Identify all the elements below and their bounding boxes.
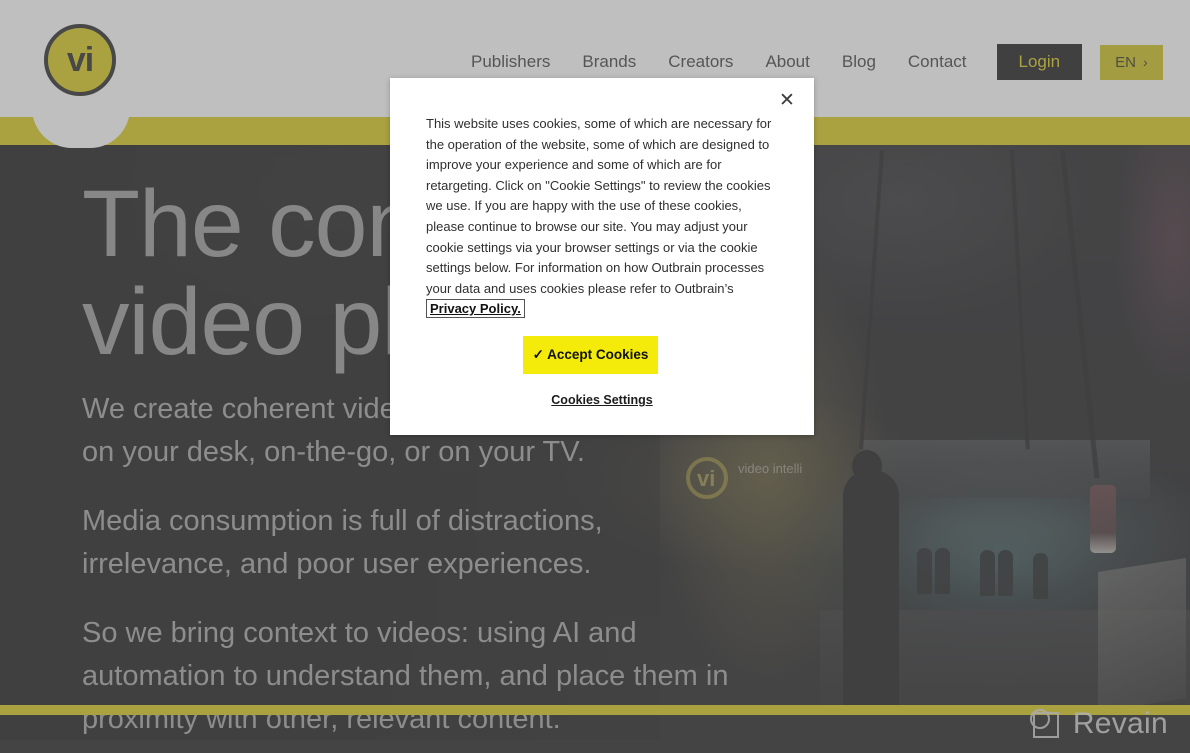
cookie-consent-dialog: ✕ This website uses cookies, some of whi… [390, 78, 814, 435]
privacy-policy-link[interactable]: Privacy Policy. [426, 299, 525, 319]
cookie-policy-text-main: This website uses cookies, some of which… [426, 116, 772, 296]
close-icon[interactable]: ✕ [773, 86, 801, 114]
page-root: vi video intelli The con video pl We cre… [0, 0, 1190, 753]
accept-cookies-button[interactable]: ✓ Accept Cookies [523, 336, 658, 374]
cookies-settings-link[interactable]: Cookies Settings [390, 393, 814, 407]
cookie-policy-text: This website uses cookies, some of which… [426, 114, 778, 320]
cookie-dialog-body: This website uses cookies, some of which… [426, 114, 778, 320]
